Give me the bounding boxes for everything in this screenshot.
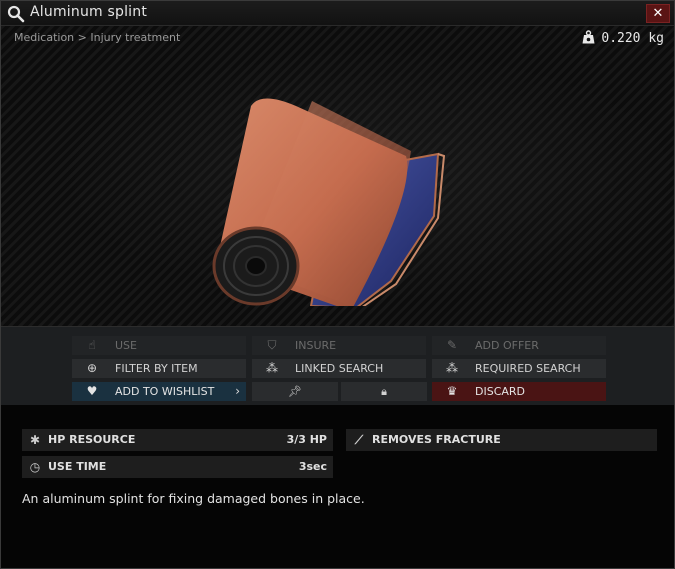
bone-icon: ⟋ bbox=[354, 433, 364, 447]
pin-button[interactable]: 📌︎ bbox=[252, 382, 338, 401]
item-description: An aluminum splint for fixing damaged bo… bbox=[22, 491, 365, 506]
required-search-button[interactable]: ⁂ REQUIRED SEARCH bbox=[432, 359, 606, 378]
action-panel: ☝ USE ⛉ INSURE ✎ ADD OFFER ⊕ FILTER BY I… bbox=[1, 326, 674, 405]
use-icon: ☝ bbox=[88, 338, 96, 352]
stat-hp-resource: ✱ HP RESOURCE 3/3 HP bbox=[22, 429, 333, 451]
title-bar[interactable]: Aluminum splint ✕ bbox=[1, 1, 674, 26]
stats-panel: ✱ HP RESOURCE 3/3 HP ◷ USE TIME 3sec ⟋ R… bbox=[1, 405, 674, 568]
add-offer-button[interactable]: ✎ ADD OFFER bbox=[432, 336, 606, 355]
lock-icon: 🔒︎ bbox=[381, 385, 387, 398]
clock-icon: ◷ bbox=[29, 460, 41, 474]
weight-icon bbox=[582, 30, 595, 44]
pin-icon: 📌︎ bbox=[288, 385, 302, 398]
shield-icon: ⛉ bbox=[267, 338, 277, 352]
filter-by-item-button[interactable]: ⊕ FILTER BY ITEM bbox=[72, 359, 246, 378]
use-button[interactable]: ☝ USE bbox=[72, 336, 246, 355]
item-inspect-window: Aluminum splint ✕ Medication > Injury tr… bbox=[0, 0, 675, 569]
heart-icon: ♥ bbox=[86, 384, 98, 398]
aluminum-splint-image bbox=[212, 98, 446, 306]
chevron-right-icon: › bbox=[235, 384, 240, 398]
discard-button[interactable]: ♛ DISCARD bbox=[432, 382, 606, 401]
stat-use-time: ◷ USE TIME 3sec bbox=[22, 456, 333, 478]
search-icon bbox=[7, 5, 25, 23]
breadcrumb: Medication > Injury treatment bbox=[14, 31, 181, 44]
offer-icon: ✎ bbox=[446, 338, 458, 352]
insure-button[interactable]: ⛉ INSURE bbox=[252, 336, 426, 355]
gear-icon: ✱ bbox=[29, 433, 41, 447]
linked-search-button[interactable]: ⁂ LINKED SEARCH bbox=[252, 359, 426, 378]
close-button[interactable]: ✕ bbox=[646, 4, 670, 23]
window-title: Aluminum splint bbox=[30, 4, 148, 20]
crown-icon: ♛ bbox=[446, 384, 458, 398]
nodes-icon: ⁂ bbox=[446, 361, 458, 375]
magnifier-plus-icon: ⊕ bbox=[86, 361, 98, 375]
nodes-icon: ⁂ bbox=[266, 361, 278, 375]
weight-value: 0.220 kg bbox=[601, 31, 664, 46]
stat-removes-fracture: ⟋ REMOVES FRACTURE bbox=[346, 429, 657, 451]
lock-button[interactable]: 🔒︎ bbox=[341, 382, 427, 401]
item-preview[interactable]: Medication > Injury treatment 0.220 kg bbox=[1, 26, 674, 326]
add-to-wishlist-button[interactable]: ♥ ADD TO WISHLIST › bbox=[72, 382, 246, 401]
weight-display: 0.220 kg bbox=[582, 30, 664, 46]
